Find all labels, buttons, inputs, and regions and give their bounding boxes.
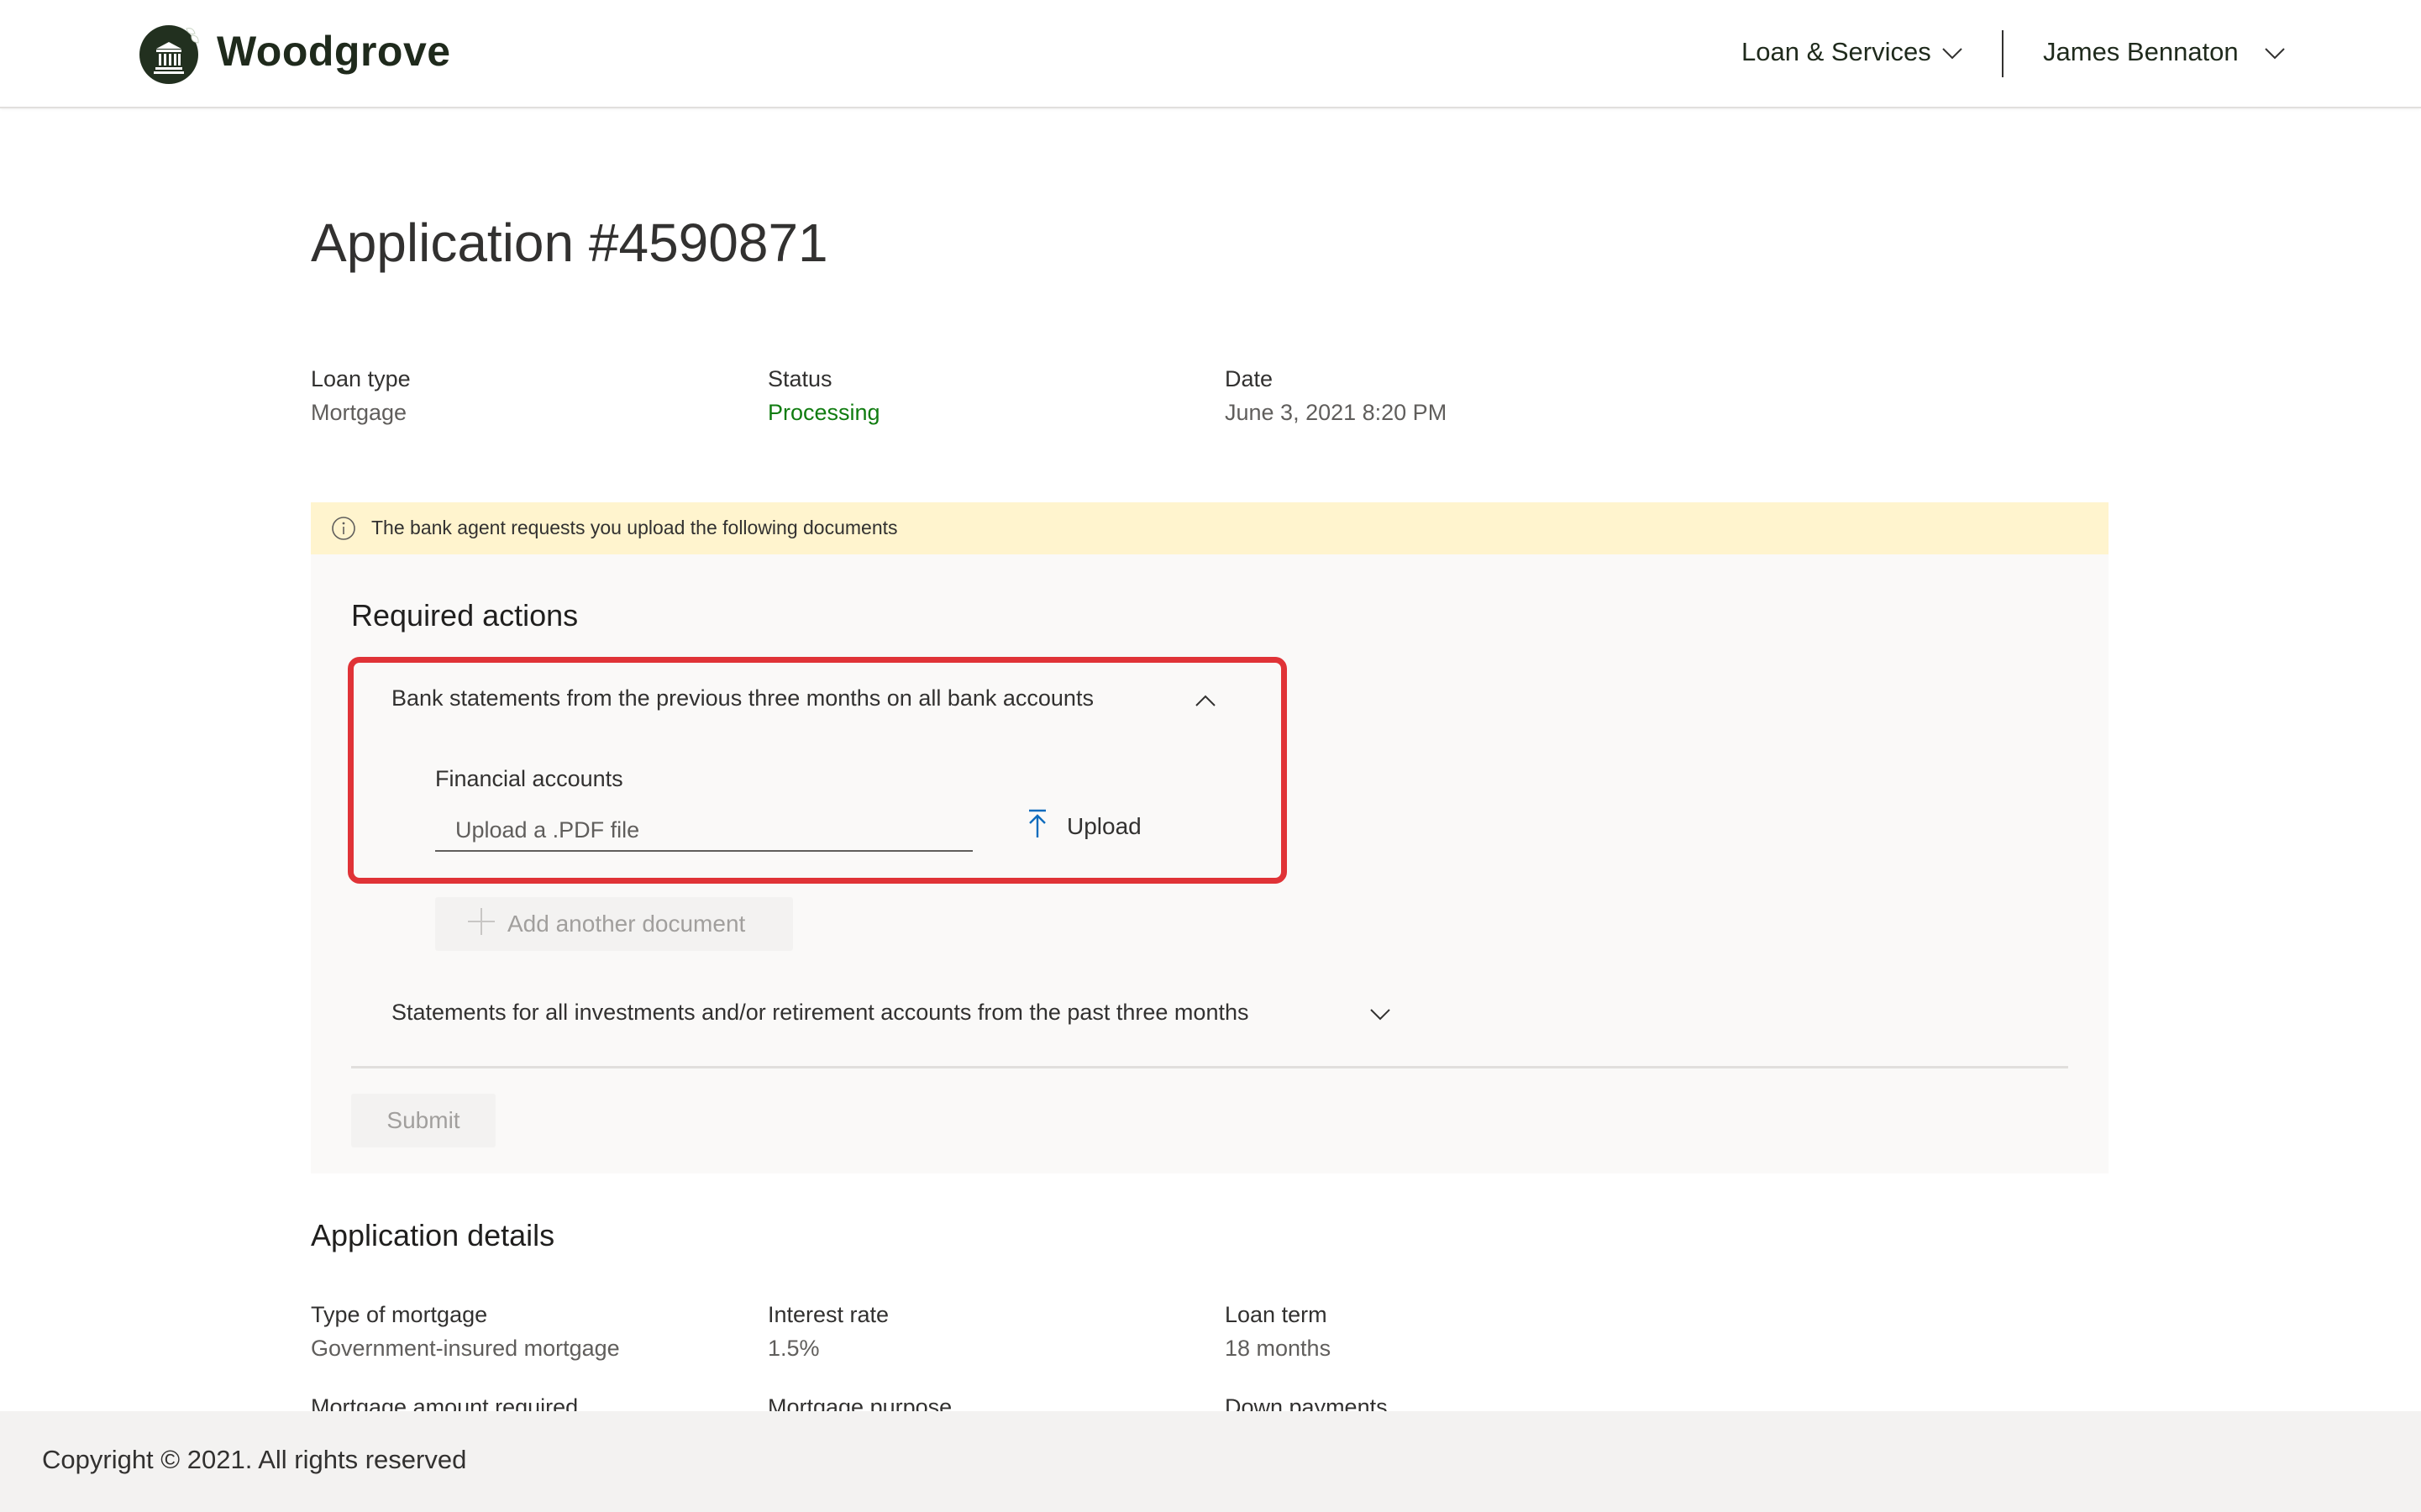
loan-type-label: Loan type [311, 366, 411, 391]
nav-divider [2002, 30, 2003, 77]
user-menu[interactable]: James Bennaton [2043, 37, 2286, 67]
submit-button[interactable]: Submit [351, 1094, 496, 1147]
upload-button[interactable]: Upload [1027, 808, 1142, 845]
add-another-document-button[interactable]: Add another document [435, 897, 793, 951]
chevron-down-icon [1941, 37, 1963, 67]
status-label: Status [768, 366, 832, 391]
date-label: Date [1225, 366, 1274, 391]
nav-loan-services-menu[interactable]: Loan & Services [1741, 37, 1963, 67]
loan-type-value: Mortgage [311, 400, 407, 425]
required-actions-title: Required actions [351, 598, 579, 633]
brand-name[interactable]: Woodgrove [217, 27, 451, 76]
page-title: Application #4590871 [311, 213, 828, 273]
chevron-down-icon[interactable] [1369, 1008, 1391, 1026]
chevron-down-icon [2264, 37, 2286, 67]
loan-term-value: 18 months [1225, 1336, 1331, 1361]
section-divider [351, 1066, 2068, 1068]
accordion-investment-statements-header[interactable]: Statements for all investments and/or re… [391, 1000, 1248, 1026]
loan-term-label: Loan term [1225, 1302, 1327, 1327]
plus-icon [467, 907, 496, 942]
interest-rate-value: 1.5% [768, 1336, 820, 1361]
info-icon [331, 516, 356, 545]
status-badge: Processing [768, 400, 880, 425]
banner-message: The bank agent requests you upload the f… [371, 517, 898, 538]
pdf-upload-input[interactable] [435, 810, 973, 852]
top-header: Woodgrove Loan & Services James Bennaton [0, 0, 2421, 108]
user-name: James Bennaton [2043, 37, 2239, 66]
application-details-title: Application details [311, 1218, 555, 1252]
copyright-text: Copyright © 2021. All rights reserved [42, 1445, 467, 1474]
accordion-bank-statements-header[interactable]: Bank statements from the previous three … [391, 685, 1094, 711]
chevron-up-icon[interactable] [1195, 694, 1216, 711]
upload-arrow-icon [1027, 809, 1048, 845]
info-banner: The bank agent requests you upload the f… [311, 502, 2109, 554]
type-of-mortgage-label: Type of mortgage [311, 1302, 488, 1327]
interest-rate-label: Interest rate [768, 1302, 890, 1327]
nav-loan-services-label: Loan & Services [1741, 37, 1931, 66]
woodgrove-logo-icon[interactable] [139, 25, 199, 84]
add-another-document-label: Add another document [507, 911, 746, 937]
financial-accounts-label: Financial accounts [435, 766, 623, 791]
type-of-mortgage-value: Government-insured mortgage [311, 1336, 620, 1361]
footer: Copyright © 2021. All rights reserved [0, 1411, 2421, 1512]
upload-button-label: Upload [1067, 813, 1142, 839]
date-value: June 3, 2021 8:20 PM [1225, 400, 1447, 425]
